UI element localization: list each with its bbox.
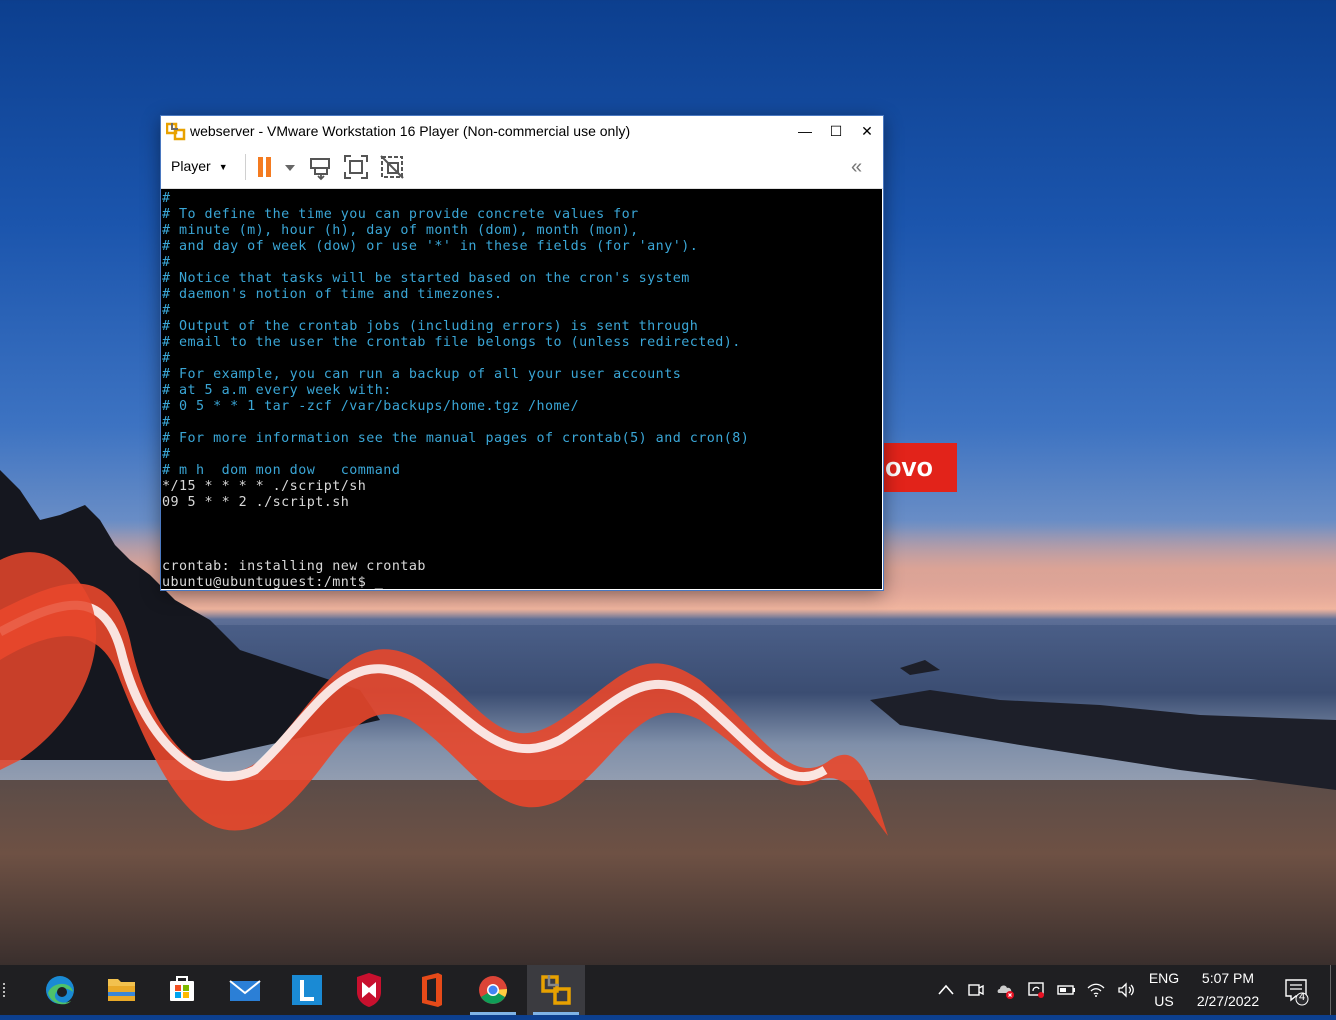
- terminal-line: */15 * * * * ./script/sh: [162, 479, 367, 494]
- terminal-line: #: [162, 191, 171, 206]
- l-app-icon: [292, 975, 322, 1005]
- terminal-line: # For example, you can run a backup of a…: [162, 367, 682, 382]
- vmware-player-window: webserver - VMware Workstation 16 Player…: [161, 116, 883, 590]
- player-toolbar: Player ▼ «: [161, 146, 883, 189]
- terminal-line: #: [162, 415, 171, 430]
- camera-privacy-icon[interactable]: [966, 980, 986, 1000]
- terminal-line: #: [162, 351, 171, 366]
- terminal-line: # daemon's notion of time and timezones.: [162, 287, 503, 302]
- clock-time[interactable]: 5:07 PM: [1188, 970, 1268, 986]
- terminal-line: # Notice that tasks will be started base…: [162, 271, 690, 286]
- minimize-button[interactable]: —: [790, 116, 820, 146]
- mcafee-icon: [357, 973, 381, 1007]
- vm-console[interactable]: # # To define the time you can provide c…: [161, 189, 882, 589]
- mail-icon: [229, 980, 261, 1001]
- terminal-line: #: [162, 447, 171, 462]
- full-screen-icon[interactable]: [342, 153, 370, 181]
- lenovo-logo: ovo: [883, 443, 957, 492]
- terminal-line: # For more information see the manual pa…: [162, 431, 750, 446]
- pause-dropdown-icon[interactable]: [281, 153, 299, 181]
- chevron-down-icon: ▼: [218, 162, 228, 173]
- language-indicator-top[interactable]: ENG: [1144, 970, 1184, 986]
- terminal-line: # and day of week (dow) or use '*' in th…: [162, 239, 699, 254]
- taskbar-app-vmware[interactable]: [527, 965, 585, 1015]
- language-indicator-bottom[interactable]: US: [1144, 993, 1184, 1009]
- terminal-line: # minute (m), hour (h), day of month (do…: [162, 223, 639, 238]
- terminal-line: #: [162, 255, 171, 270]
- unity-mode-icon[interactable]: [378, 153, 406, 181]
- terminal-prompt: ubuntu@ubuntuguest:/mnt$ _: [162, 575, 384, 589]
- terminal-line: # To define the time you can provide con…: [162, 207, 639, 222]
- pause-icon[interactable]: [253, 153, 281, 181]
- terminal-line: 09 5 * * 2 ./script.sh: [162, 495, 350, 510]
- display-update-icon[interactable]: [1026, 980, 1046, 1000]
- onedrive-error-icon[interactable]: [996, 980, 1016, 1000]
- chevron-up-icon[interactable]: [936, 980, 956, 1000]
- taskbar-app-store[interactable]: [153, 965, 211, 1015]
- window-title: webserver - VMware Workstation 16 Player…: [190, 123, 631, 139]
- edge-icon: [46, 976, 74, 1005]
- volume-icon[interactable]: [1116, 980, 1136, 1000]
- vmware-icon: [541, 975, 571, 1005]
- player-menu-label: Player: [171, 158, 211, 174]
- office-icon: [422, 973, 442, 1007]
- taskbar-handle[interactable]: [3, 983, 7, 997]
- show-desktop-button[interactable]: [1330, 965, 1331, 1015]
- close-button[interactable]: ✕: [852, 116, 882, 146]
- chrome-icon: [479, 976, 507, 1004]
- clock-date[interactable]: 2/27/2022: [1188, 993, 1268, 1009]
- player-menu[interactable]: Player ▼: [171, 158, 228, 174]
- terminal-line: #: [162, 303, 171, 318]
- send-ctrl-alt-del-icon[interactable]: [307, 153, 335, 181]
- collapse-toolbar-button[interactable]: «: [851, 156, 862, 179]
- taskbar-app-office[interactable]: [402, 965, 460, 1015]
- terminal-line: # 0 5 * * 1 tar -zcf /var/backups/home.t…: [162, 399, 580, 414]
- terminal-line: # at 5 a.m every week with:: [162, 383, 392, 398]
- file-explorer-icon: [108, 979, 135, 1001]
- wifi-icon[interactable]: [1086, 980, 1106, 1000]
- battery-icon[interactable]: [1056, 980, 1076, 1000]
- taskbar-app-l[interactable]: [278, 965, 336, 1015]
- vmware-app-icon: [166, 122, 186, 141]
- taskbar-app-chrome[interactable]: [464, 965, 522, 1015]
- terminal-line: crontab: installing new crontab: [162, 559, 426, 574]
- taskbar-app-mcafee[interactable]: [340, 965, 398, 1015]
- taskbar-app-file-explorer[interactable]: [92, 965, 150, 1015]
- window-titlebar[interactable]: webserver - VMware Workstation 16 Player…: [161, 116, 883, 146]
- terminal-line: # Output of the crontab jobs (including …: [162, 319, 699, 334]
- maximize-button[interactable]: ☐: [821, 116, 851, 146]
- terminal-line: # email to the user the crontab file bel…: [162, 335, 741, 350]
- terminal-line: # m h dom mon dow command: [162, 463, 401, 478]
- taskbar-app-edge[interactable]: [31, 965, 89, 1015]
- store-icon: [170, 976, 194, 1001]
- toolbar-divider: [245, 154, 246, 180]
- notification-count: 4: [1298, 991, 1306, 1003]
- taskbar-app-mail[interactable]: [216, 965, 274, 1015]
